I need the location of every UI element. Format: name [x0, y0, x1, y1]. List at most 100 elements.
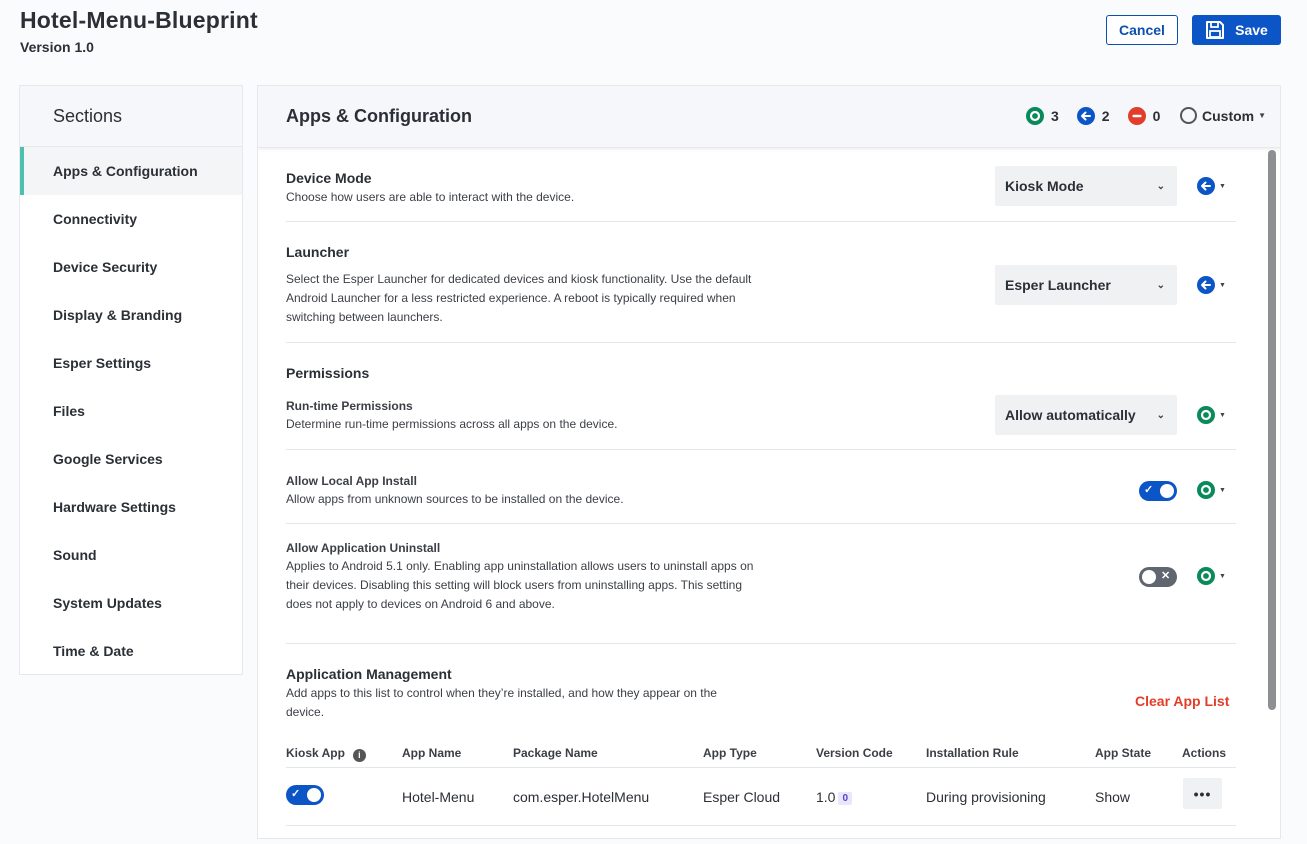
runtime-permissions-select[interactable]: Allow automatically ⌄: [995, 395, 1177, 435]
panel-title: Apps & Configuration: [286, 106, 472, 126]
sidebar-item-files[interactable]: Files: [20, 387, 242, 435]
column-header-package-name: Package Name: [513, 746, 598, 760]
permissions-title: Permissions: [286, 365, 370, 381]
app-state-cell: Show: [1095, 789, 1131, 805]
divider: [286, 449, 1236, 450]
kiosk-app-toggle[interactable]: ✓: [286, 785, 324, 805]
app-management-title: Application Management: [286, 666, 452, 682]
count-inherited: 2: [1076, 107, 1110, 125]
count-red-value: 0: [1152, 108, 1161, 124]
main-panel: Apps & Configuration 3 2 0 Custom ▼ Devi…: [257, 85, 1281, 839]
blue-arrow-icon: [1076, 107, 1095, 125]
sidebar-item-connectivity[interactable]: Connectivity: [20, 195, 242, 243]
save-button[interactable]: Save: [1192, 15, 1281, 45]
version-badge: 0: [838, 792, 853, 805]
blueprint-title: Hotel-Menu-Blueprint: [20, 7, 258, 33]
app-name-cell: Hotel-Menu: [402, 789, 475, 805]
divider: [286, 825, 1236, 826]
status-counts: 3 2 0: [1026, 107, 1178, 125]
red-minus-icon: [1127, 107, 1146, 125]
count-green-value: 3: [1051, 108, 1059, 124]
info-icon[interactable]: i: [352, 748, 366, 762]
package-name-cell: com.esper.HotelMenu: [513, 789, 650, 805]
sidebar-item-time-date[interactable]: Time & Date: [20, 627, 242, 675]
version-value: 1.0: [816, 789, 836, 805]
clear-app-list-link[interactable]: Clear App List: [1135, 693, 1229, 709]
runtime-permissions-status[interactable]: ▼: [1197, 406, 1226, 424]
more-actions-button[interactable]: •••: [1183, 778, 1222, 809]
device-mode-select[interactable]: Kiosk Mode ⌄: [995, 166, 1177, 206]
blue-arrow-icon: [1197, 177, 1215, 195]
green-ring-icon: [1197, 481, 1215, 499]
column-header-app-state: App State: [1095, 746, 1152, 760]
divider: [286, 221, 1236, 222]
chevron-down-icon: ▼: [1219, 486, 1226, 494]
cancel-button[interactable]: Cancel: [1106, 15, 1178, 45]
divider: [286, 767, 1236, 768]
close-icon: ✕: [1161, 570, 1171, 582]
uninstall-desc: Applies to Android 5.1 only. Enabling ap…: [286, 559, 754, 611]
save-label: Save: [1235, 22, 1268, 38]
device-mode-status[interactable]: ▼: [1197, 177, 1226, 195]
top-bar: Hotel-Menu-Blueprint Version 1.0 Cancel …: [0, 0, 1307, 70]
scroll-thumb[interactable]: [1268, 150, 1276, 710]
divider: [286, 643, 1236, 644]
count-compliant: 3: [1026, 107, 1059, 125]
sidebar-item-device-security[interactable]: Device Security: [20, 243, 242, 291]
app-type-cell: Esper Cloud: [703, 789, 781, 805]
sidebar-item-display-branding[interactable]: Display & Branding: [20, 291, 242, 339]
column-header-app-name: App Name: [402, 746, 462, 760]
launcher-value: Esper Launcher: [1005, 277, 1111, 293]
column-header-label: Kiosk App: [286, 746, 345, 760]
sidebar-item-esper-settings[interactable]: Esper Settings: [20, 339, 242, 387]
runtime-permissions-value: Allow automatically: [1005, 407, 1136, 423]
blue-arrow-icon: [1197, 276, 1215, 294]
custom-label: Custom: [1202, 107, 1255, 124]
blueprint-version: Version 1.0: [20, 39, 94, 55]
sidebar-item-google-services[interactable]: Google Services: [20, 435, 242, 483]
count-blue-value: 2: [1101, 108, 1110, 124]
app-management-desc: Add apps to this list to control when th…: [286, 686, 717, 719]
sidebar-item-sound[interactable]: Sound: [20, 531, 242, 579]
local-install-desc: Allow apps from unknown sources to be in…: [286, 492, 624, 506]
device-mode-value: Kiosk Mode: [1005, 178, 1084, 194]
save-icon: [1205, 20, 1225, 40]
chevron-down-icon: ⌄: [1156, 180, 1165, 192]
divider: [286, 523, 1236, 524]
toggle-knob: [1142, 570, 1156, 584]
launcher-select[interactable]: Esper Launcher ⌄: [995, 265, 1177, 305]
chevron-down-icon: ▼: [1219, 182, 1226, 190]
sidebar-item-system-updates[interactable]: System Updates: [20, 579, 242, 627]
scrollbar[interactable]: [1266, 150, 1278, 710]
custom-ring-icon: [1180, 107, 1197, 124]
column-header-kiosk-app: Kiosk App i: [286, 746, 366, 762]
launcher-status[interactable]: ▼: [1197, 276, 1226, 294]
column-header-version-code: Version Code: [816, 746, 893, 760]
green-ring-icon: [1026, 107, 1044, 125]
local-install-title: Allow Local App Install: [286, 474, 417, 488]
chevron-down-icon: ▼: [1219, 411, 1226, 419]
chevron-down-icon: ▼: [1219, 572, 1226, 580]
sidebar-item-apps-configuration[interactable]: Apps & Configuration: [20, 147, 242, 195]
toggle-knob: [1160, 484, 1174, 498]
chevron-down-icon: ▼: [1219, 281, 1226, 289]
column-header-actions: Actions: [1182, 746, 1227, 760]
check-icon: ✓: [1144, 484, 1154, 496]
column-header-app-type: App Type: [703, 746, 757, 760]
installation-rule-cell: During provisioning: [926, 789, 1046, 805]
chevron-down-icon: ⌄: [1156, 279, 1165, 291]
sidebar-item-hardware-settings[interactable]: Hardware Settings: [20, 483, 242, 531]
local-install-toggle[interactable]: ✓: [1139, 481, 1177, 501]
green-ring-icon: [1197, 406, 1215, 424]
chevron-down-icon: ⌄: [1156, 409, 1165, 421]
check-icon: ✓: [291, 788, 301, 800]
launcher-title: Launcher: [286, 244, 350, 260]
uninstall-toggle[interactable]: ✕: [1139, 567, 1177, 587]
panel-header: Apps & Configuration 3 2 0 Custom ▼: [258, 86, 1280, 148]
custom-dropdown[interactable]: Custom ▼: [1180, 107, 1266, 124]
local-install-status[interactable]: ▼: [1197, 481, 1226, 499]
launcher-desc: Select the Esper Launcher for dedicated …: [286, 272, 752, 324]
uninstall-status[interactable]: ▼: [1197, 567, 1226, 585]
uninstall-row: Allow Application Uninstall Applies to A…: [286, 541, 1236, 614]
version-code-cell: 1.0 0: [816, 789, 853, 805]
